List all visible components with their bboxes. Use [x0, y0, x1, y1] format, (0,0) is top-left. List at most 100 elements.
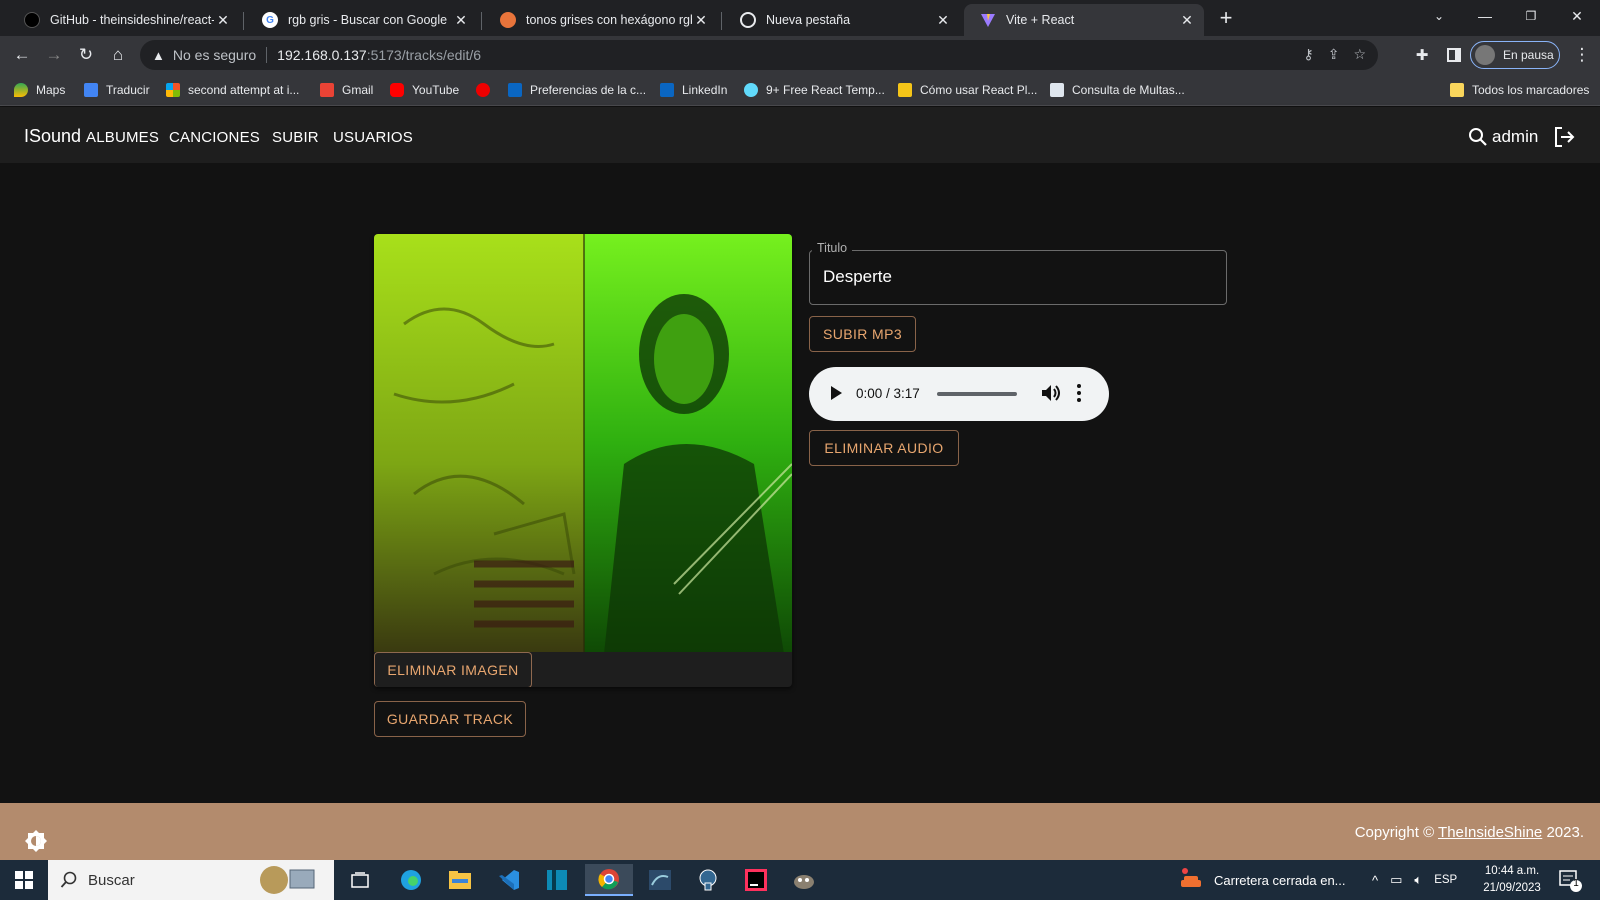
- bookmark-react-templates[interactable]: 9+ Free React Temp...: [744, 81, 885, 99]
- youtube-icon: [390, 83, 404, 97]
- speaker-icon[interactable]: 🔈︎: [1414, 872, 1422, 888]
- bookmark-label: Maps: [36, 83, 66, 97]
- site-icon: [500, 12, 516, 28]
- browser-tab[interactable]: G rgb gris - Buscar con Google ✕: [246, 4, 478, 36]
- audio-progress-slider[interactable]: [937, 392, 1017, 396]
- window-close-icon[interactable]: ✕: [1554, 0, 1600, 32]
- logout-icon[interactable]: [1552, 125, 1576, 149]
- bookmark-unnamed[interactable]: [476, 81, 498, 99]
- clock[interactable]: 10:44 a.m. 21/09/2023: [1472, 863, 1552, 897]
- clock-time: 10:44 a.m.: [1484, 865, 1540, 877]
- edge-icon[interactable]: [391, 864, 431, 896]
- url-host[interactable]: 192.168.0.137: [277, 47, 367, 63]
- react-icon: [744, 83, 758, 97]
- search-icon[interactable]: [1468, 127, 1488, 147]
- delete-audio-button[interactable]: ELIMINAR AUDIO: [809, 430, 959, 466]
- reload-icon[interactable]: ↻: [72, 41, 100, 69]
- nav-subir[interactable]: SUBIR: [272, 129, 319, 146]
- browser-tab-strip: GitHub - theinsideshine/react-ins ✕ G rg…: [0, 0, 1600, 36]
- bookmark-multas[interactable]: Consulta de Multas...: [1050, 81, 1185, 99]
- brand-logo[interactable]: ISound: [24, 126, 81, 147]
- bookmark-maps[interactable]: Maps: [14, 81, 65, 99]
- news-widget[interactable]: Carretera cerrada en...: [1178, 860, 1346, 900]
- bookmark-gmail[interactable]: Gmail: [320, 81, 373, 99]
- gimp-icon[interactable]: [784, 864, 824, 896]
- taskbar-search[interactable]: Buscar: [48, 860, 334, 900]
- bookmark-translate[interactable]: Traducir: [84, 81, 150, 99]
- bookmark-youtube[interactable]: YouTube: [390, 81, 459, 99]
- address-bar[interactable]: ▲ No es seguro 192.168.0.137:5173/tracks…: [140, 40, 1378, 70]
- audio-player: 0:00 / 3:17: [809, 367, 1109, 421]
- network-icon[interactable]: ▭: [1390, 872, 1402, 888]
- forward-icon[interactable]: →: [40, 41, 68, 69]
- key-icon[interactable]: ⚷: [1303, 46, 1313, 63]
- vscode-icon[interactable]: [489, 864, 529, 896]
- audio-time: 0:00 / 3:17: [856, 386, 920, 401]
- more-options-icon[interactable]: [1077, 384, 1081, 402]
- mysql-workbench-icon[interactable]: [640, 864, 680, 896]
- home-icon[interactable]: ⌂: [104, 41, 132, 69]
- close-tab-icon[interactable]: ✕: [452, 12, 470, 29]
- bookmark-react-pl[interactable]: Cómo usar React Pl...: [898, 81, 1037, 99]
- close-tab-icon[interactable]: ✕: [934, 12, 952, 29]
- user-name[interactable]: admin: [1492, 127, 1538, 147]
- save-track-button[interactable]: GUARDAR TRACK: [374, 701, 526, 737]
- side-panel-icon[interactable]: [1440, 41, 1468, 69]
- tab-search-icon[interactable]: ⌄: [1416, 0, 1462, 32]
- tab-separator: [481, 12, 482, 30]
- search-icon: [60, 871, 77, 888]
- close-tab-icon[interactable]: ✕: [692, 12, 710, 29]
- nav-albumes[interactable]: ALBUMES: [86, 129, 159, 146]
- close-tab-icon[interactable]: ✕: [214, 12, 232, 29]
- bookmark-linkedin[interactable]: LinkedIn: [660, 81, 727, 99]
- bookmark-label: Preferencias de la c...: [530, 83, 647, 97]
- copyright-link[interactable]: TheInsideShine: [1438, 824, 1542, 841]
- share-icon[interactable]: ⇪: [1328, 46, 1340, 63]
- upload-mp3-button[interactable]: SUBIR MP3: [809, 316, 916, 352]
- browser-tab-active[interactable]: Vite + React ✕: [964, 4, 1204, 36]
- chrome-icon[interactable]: [585, 864, 633, 896]
- security-label[interactable]: No es seguro: [173, 47, 256, 63]
- task-view-icon[interactable]: [340, 864, 380, 896]
- browser-tab[interactable]: GitHub - theinsideshine/react-ins ✕: [8, 4, 240, 36]
- brightness-icon[interactable]: [24, 829, 48, 853]
- new-tab-button[interactable]: +: [1212, 4, 1240, 32]
- tab-title: Nueva pestaña: [766, 13, 851, 27]
- system-tray: ^ ▭ 🔈︎ ESP: [1372, 860, 1457, 900]
- tab-title: Vite + React: [1006, 13, 1075, 27]
- minimize-icon[interactable]: —: [1462, 0, 1508, 32]
- linkedin-icon: [508, 83, 522, 97]
- nav-usuarios[interactable]: USUARIOS: [333, 129, 413, 146]
- play-icon[interactable]: [831, 386, 842, 400]
- file-explorer-icon[interactable]: [440, 864, 480, 896]
- bookmark-second-attempt[interactable]: second attempt at i...: [166, 81, 299, 99]
- notifications-icon[interactable]: 1: [1558, 868, 1582, 892]
- browser-tab[interactable]: Nueva pestaña ✕: [724, 4, 960, 36]
- extensions-icon[interactable]: ✚: [1408, 41, 1436, 69]
- search-highlight-icon: [256, 864, 320, 896]
- url-path[interactable]: :5173/tracks/edit/6: [367, 47, 481, 63]
- intellij-icon[interactable]: [736, 864, 776, 896]
- close-tab-icon[interactable]: ✕: [1178, 12, 1196, 29]
- profile-button[interactable]: En pausa: [1470, 41, 1560, 69]
- nav-canciones[interactable]: CANCIONES: [169, 129, 260, 146]
- language-indicator[interactable]: ESP: [1434, 874, 1457, 886]
- postgresql-icon[interactable]: [688, 864, 728, 896]
- avatar: [1475, 45, 1495, 65]
- all-bookmarks[interactable]: Todos los marcadores: [1450, 81, 1589, 99]
- app-icon[interactable]: [537, 864, 577, 896]
- bookmark-preferencias[interactable]: Preferencias de la c...: [508, 81, 646, 99]
- menu-icon[interactable]: ⋮: [1568, 41, 1596, 69]
- title-input-value[interactable]: Desperte: [823, 267, 892, 287]
- album-cover-image: [374, 234, 792, 652]
- chevron-up-icon[interactable]: ^: [1372, 873, 1378, 888]
- browser-tab[interactable]: tonos grises con hexágono rgb p ✕: [484, 4, 718, 36]
- delete-image-button[interactable]: ELIMINAR IMAGEN: [374, 652, 532, 687]
- restore-icon[interactable]: ❐: [1508, 0, 1554, 32]
- windows-start-icon[interactable]: [0, 860, 48, 900]
- volume-icon[interactable]: [1040, 382, 1062, 404]
- bookmark-star-icon[interactable]: ☆: [1353, 46, 1366, 63]
- bookmark-label: YouTube: [412, 83, 460, 97]
- back-icon[interactable]: ←: [8, 41, 36, 69]
- warning-icon[interactable]: ▲: [152, 48, 165, 63]
